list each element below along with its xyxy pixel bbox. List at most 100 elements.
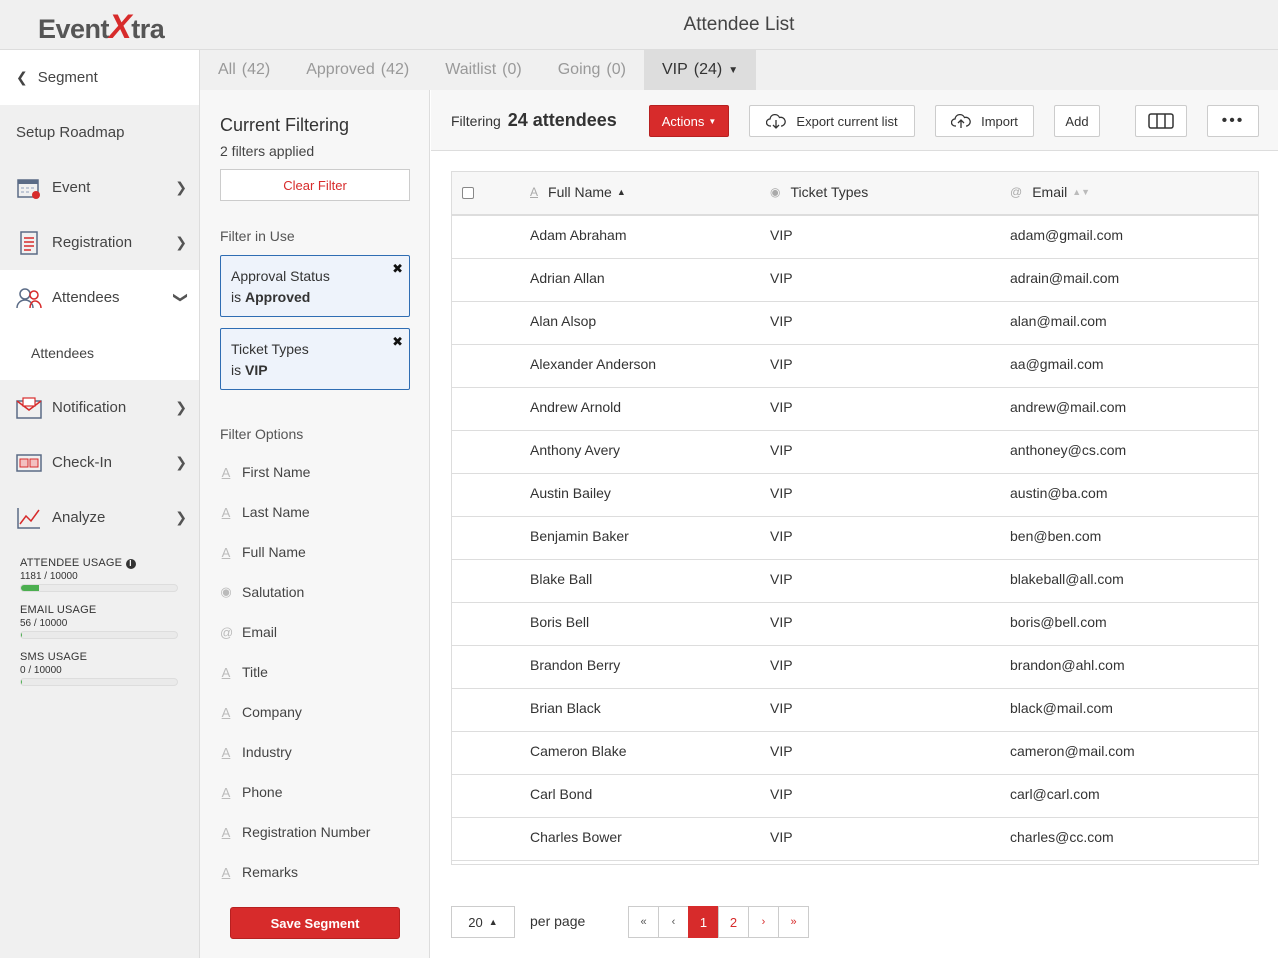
filter-option-label: Registration Number	[242, 824, 371, 840]
ticket-type: VIP	[770, 614, 793, 630]
add-button[interactable]: Add	[1054, 105, 1100, 137]
filter-option-label: Industry	[242, 744, 292, 760]
filter-option[interactable]: A Company	[220, 692, 429, 732]
attendee-email: alan@mail.com	[1010, 313, 1107, 329]
close-icon[interactable]: ✖	[392, 258, 403, 279]
sidebar-item-attendees[interactable]: Attendees ❯	[0, 270, 199, 325]
table-row[interactable]: Brian Black VIP black@mail.com	[452, 689, 1258, 732]
filter-option[interactable]: A First Name	[220, 452, 429, 492]
attendee-name: Anthony Avery	[530, 442, 621, 458]
filter-option[interactable]: A Industry	[220, 732, 429, 772]
filter-option-label: Phone	[242, 784, 283, 800]
sidebar-item-setup-roadmap[interactable]: Setup Roadmap	[0, 105, 199, 160]
table-row[interactable]: Brandon Berry VIP brandon@ahl.com	[452, 646, 1258, 689]
chip-field: Ticket Types	[231, 341, 309, 357]
sidebar-subitem-attendees[interactable]: Attendees	[0, 325, 199, 380]
attendee-email: cameron@mail.com	[1010, 743, 1135, 759]
next-page-button[interactable]: ›	[748, 906, 779, 938]
columns-button[interactable]	[1135, 105, 1187, 137]
table-row[interactable]: Alan Alsop VIP alan@mail.com	[452, 302, 1258, 345]
column-header-ticket-types[interactable]: ◉ Ticket Types	[770, 184, 868, 200]
table-row[interactable]: Carl Bond VIP carl@carl.com	[452, 775, 1258, 818]
filter-chip-approval-status[interactable]: ✖ Approval Status is Approved	[220, 255, 410, 317]
filter-option[interactable]: A Registration Number	[220, 812, 429, 852]
email-usage: EMAIL USAGE 56 / 10000	[20, 604, 179, 639]
first-page-button[interactable]: «	[628, 906, 659, 938]
filtering-count: 24 attendees	[507, 110, 617, 130]
filter-option[interactable]: A Last Name	[220, 492, 429, 532]
tab-going[interactable]: Going (0)	[540, 50, 644, 90]
chip-value: Approved	[245, 289, 311, 305]
attendee-name: Brandon Berry	[530, 657, 621, 673]
back-to-segment[interactable]: ❮ Segment	[0, 50, 199, 105]
field-type-icon: A	[221, 464, 231, 480]
filter-option[interactable]: @ Email	[220, 612, 429, 652]
import-button[interactable]: Import	[935, 105, 1034, 137]
table-row[interactable]: Boris Bell VIP boris@bell.com	[452, 603, 1258, 646]
segment-tabs: All (42) Approved (42) Waitlist (0) Going (0…	[200, 50, 1278, 90]
tab-waitlist[interactable]: Waitlist (0)	[427, 50, 540, 90]
filter-option-label: Company	[242, 704, 302, 720]
table-row[interactable]: Anthony Avery VIP anthoney@cs.com	[452, 431, 1258, 474]
attendee-email: andrew@mail.com	[1010, 399, 1127, 415]
table-row[interactable]: Cameron Blake VIP cameron@mail.com	[452, 732, 1258, 775]
table-row[interactable]: Austin Bailey VIP austin@ba.com	[452, 474, 1258, 517]
clear-filter-button[interactable]: Clear Filter	[220, 169, 410, 201]
attendee-name: Alan Alsop	[530, 313, 597, 329]
table-row[interactable]: Charles Bower VIP charles@cc.com	[452, 818, 1258, 861]
filtering-summary: Filtering 24 attendees	[451, 110, 617, 131]
select-all-checkbox[interactable]	[462, 187, 474, 199]
tab-approved[interactable]: Approved (42)	[288, 50, 427, 90]
usage-value: 0 / 10000	[20, 665, 62, 676]
attendee-name: Cameron Blake	[530, 743, 627, 759]
more-options-button[interactable]: •••	[1207, 105, 1259, 137]
close-icon[interactable]: ✖	[392, 331, 403, 352]
per-page-select[interactable]: 20 ▲	[451, 906, 515, 938]
actions-button[interactable]: Actions ▼	[649, 105, 729, 137]
table-row[interactable]: Benjamin Baker VIP ben@ben.com	[452, 517, 1258, 560]
export-current-list-button[interactable]: Export current list	[749, 105, 915, 137]
page-title: Attendee List	[683, 14, 795, 35]
column-header-email[interactable]: @ Email ▲▼	[1010, 184, 1090, 200]
save-segment-button[interactable]: Save Segment	[230, 907, 400, 939]
filter-option[interactable]: A Phone	[220, 772, 429, 812]
table-row[interactable]: Alexander Anderson VIP aa@gmail.com	[452, 345, 1258, 388]
filter-option[interactable]: A Title	[220, 652, 429, 692]
last-page-button[interactable]: »	[778, 906, 809, 938]
filter-option[interactable]: A Remarks	[220, 852, 429, 892]
chevron-right-icon: ❯	[175, 454, 187, 470]
sms-usage: SMS USAGE 0 / 10000	[20, 651, 179, 686]
filter-option[interactable]: ◉ Salutation	[220, 572, 429, 612]
page-2-button[interactable]: 2	[718, 906, 749, 938]
table-row[interactable]: Adrian Allan VIP adrain@mail.com	[452, 259, 1258, 302]
chip-op: is	[231, 289, 242, 305]
chip-condition: is VIP	[231, 360, 399, 381]
info-icon[interactable]: i	[125, 559, 136, 569]
ticket-type: VIP	[770, 485, 793, 501]
sidebar-item-event[interactable]: Event ❯	[0, 160, 199, 215]
page-1-button[interactable]: 1	[688, 906, 719, 938]
filter-options-title: Filter Options	[220, 426, 304, 442]
field-type-icon: A	[221, 824, 231, 840]
tab-all[interactable]: All (42)	[200, 50, 288, 90]
table-row[interactable]: Andrew Arnold VIP andrew@mail.com	[452, 388, 1258, 431]
column-header-full-name[interactable]: A Full Name ▲	[530, 184, 626, 200]
filter-option-label: First Name	[242, 464, 311, 480]
attendee-email: blakeball@all.com	[1010, 571, 1124, 587]
attendee-name: Boris Bell	[530, 614, 590, 630]
filter-chip-ticket-types[interactable]: ✖ Ticket Types is VIP	[220, 328, 410, 390]
sidebar-item-analyze[interactable]: Analyze ❯	[0, 490, 199, 545]
sidebar-item-label: Notification	[52, 399, 127, 416]
prev-page-button[interactable]: ‹	[658, 906, 689, 938]
sidebar-item-label: Setup Roadmap	[16, 124, 125, 141]
sidebar-item-registration[interactable]: Registration ❯	[0, 215, 199, 270]
table-row[interactable]: Blake Ball VIP blakeball@all.com	[452, 560, 1258, 603]
tab-vip[interactable]: VIP (24) ▼	[643, 50, 757, 90]
sidebar-item-check-in[interactable]: Check-In ❯	[0, 435, 199, 490]
chevron-right-icon: ❯	[175, 509, 187, 525]
attendee-name: Charles Bower	[530, 829, 622, 845]
filter-option[interactable]: A Full Name	[220, 532, 429, 572]
table-row[interactable]: Adam Abraham VIP adam@gmail.com	[452, 216, 1258, 259]
sidebar-item-notification[interactable]: Notification ❯	[0, 380, 199, 435]
chip-value: VIP	[245, 362, 268, 378]
